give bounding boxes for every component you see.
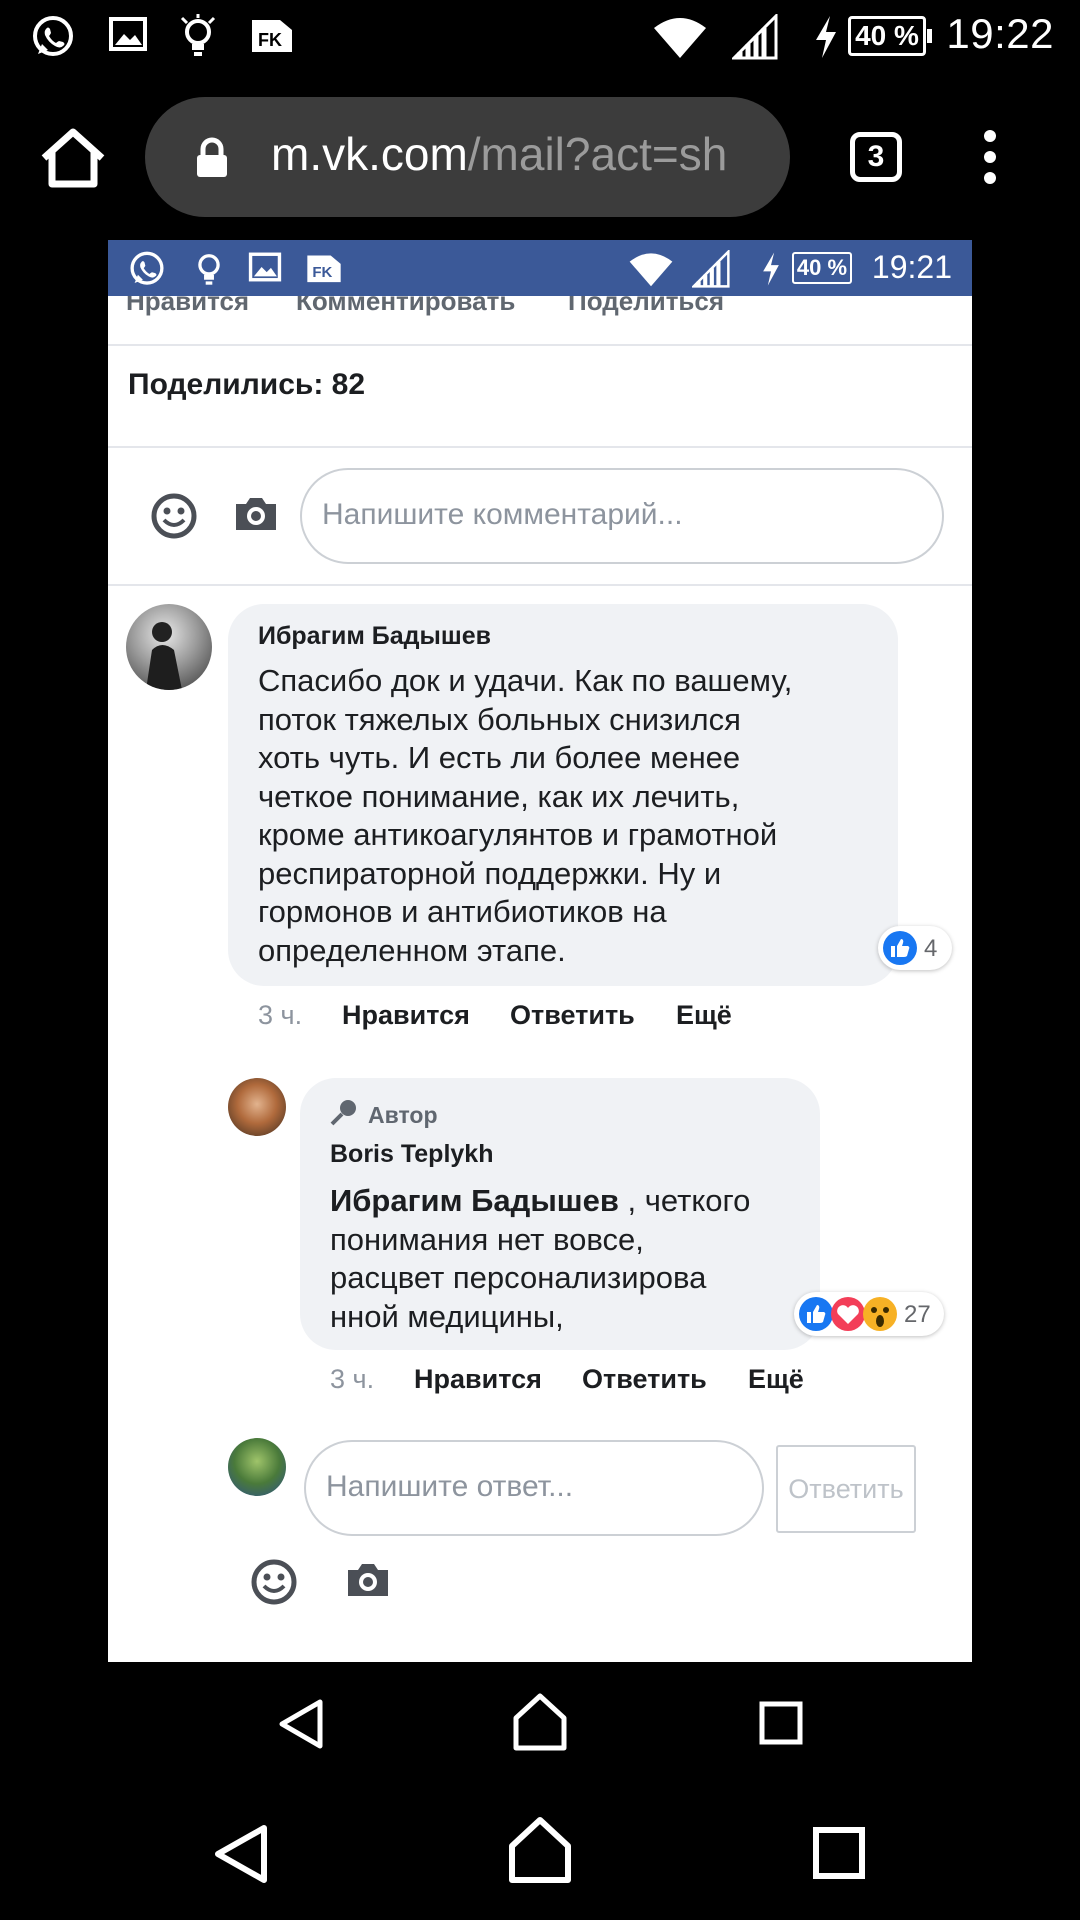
charging-icon xyxy=(763,252,779,286)
reaction-number: 4 xyxy=(924,935,938,962)
mention-link[interactable]: Ибрагим Бадышев xyxy=(330,1183,619,1218)
comment-input-placeholder: Напишите комментарий... xyxy=(322,498,683,531)
back-icon[interactable] xyxy=(212,1824,270,1884)
recents-icon[interactable] xyxy=(812,1826,866,1880)
reply-input-placeholder: Напишите ответ... xyxy=(326,1470,574,1503)
comment-line: четкое понимание, как их лечить, xyxy=(258,778,740,814)
status-bar: FK 40 % 19:22 xyxy=(0,0,1080,74)
tab-switcher-button[interactable]: 3 xyxy=(850,132,902,182)
more-link[interactable]: Ещё xyxy=(748,1364,804,1395)
whatsapp-icon xyxy=(130,251,164,285)
shares-count[interactable]: Поделились: 82 xyxy=(128,368,365,402)
back-icon[interactable] xyxy=(276,1698,326,1750)
signal-icon xyxy=(692,250,730,288)
reply-link[interactable]: Ответить xyxy=(510,1000,635,1031)
home-icon[interactable] xyxy=(512,1692,568,1752)
comment-line: определенном этапе. xyxy=(258,932,566,968)
url-path: /mail?act=sh xyxy=(467,128,728,180)
camera-icon[interactable] xyxy=(234,494,278,534)
reaction-count[interactable]: 27 xyxy=(794,1292,944,1336)
svg-text:FK: FK xyxy=(258,30,282,50)
like-link[interactable]: Нравится xyxy=(414,1364,542,1395)
navigation-bar xyxy=(0,1782,1080,1920)
comment-line: гормонов и антибиотиков на xyxy=(258,894,667,929)
comment-text: Спасибо док и удачи. Как по вашему, пото… xyxy=(258,662,792,970)
comment-line: поток тяжелых больных снизился xyxy=(258,701,741,737)
page-content: FK 40 % 19:21 Нравится Комментировать По… xyxy=(108,240,972,1662)
lock-icon xyxy=(197,137,227,177)
microphone-icon xyxy=(330,1100,356,1126)
comment-time[interactable]: 3 ч. xyxy=(330,1364,374,1394)
author-badge: Автор xyxy=(368,1102,438,1128)
camera-icon[interactable] xyxy=(346,1560,390,1600)
reply-submit-button[interactable]: Ответить xyxy=(776,1445,916,1533)
address-bar[interactable]: m.vk.com/mail?act=sh xyxy=(145,97,790,217)
comment-time[interactable]: 3 ч. xyxy=(258,1000,302,1030)
fk-icon: FK xyxy=(252,20,292,52)
gallery-icon xyxy=(109,17,147,51)
gallery-icon xyxy=(248,252,282,282)
reply-input[interactable]: Напишите ответ... xyxy=(304,1440,764,1536)
home-icon[interactable] xyxy=(38,126,108,190)
wow-reaction-icon xyxy=(863,1297,897,1331)
comment-line: хоть чуть. И есть ли более менее xyxy=(258,740,741,775)
status-time: 19:22 xyxy=(946,10,1054,57)
wifi-icon xyxy=(654,18,706,58)
reply-text: Ибрагим Бадышев , четкого понимания нет … xyxy=(330,1182,750,1336)
battery-indicator: 40 % xyxy=(792,252,852,284)
comment-input[interactable]: Напишите комментарий... xyxy=(300,468,944,564)
url-host: m.vk.com xyxy=(271,128,468,180)
reaction-number: 27 xyxy=(904,1301,931,1328)
comment-author[interactable]: Ибрагим Бадышев xyxy=(258,622,491,651)
avatar[interactable] xyxy=(126,604,212,690)
like-link[interactable]: Нравится xyxy=(342,1000,470,1031)
like-reaction-icon xyxy=(883,931,917,965)
whatsapp-icon xyxy=(33,16,73,56)
comment-meta: 3 ч. xyxy=(258,1000,302,1031)
battery-indicator: 40 % xyxy=(848,16,932,56)
overflow-menu-icon[interactable] xyxy=(984,130,998,186)
home-icon[interactable] xyxy=(508,1816,572,1884)
svg-text:FK: FK xyxy=(312,264,332,281)
comment-line: респираторной поддержки. Ну и xyxy=(258,855,722,891)
status-time: 19:21 xyxy=(871,249,952,285)
lightbulb-icon xyxy=(198,254,220,285)
comment-author[interactable]: Boris Teplykh xyxy=(330,1140,493,1169)
divider xyxy=(108,584,972,586)
avatar[interactable] xyxy=(228,1078,286,1136)
wifi-icon xyxy=(629,253,673,287)
comment-line: кроме антикоагулянтов и грамотной xyxy=(258,817,778,852)
comment-line: Спасибо док и удачи. Как по вашему, xyxy=(258,663,793,698)
divider xyxy=(108,344,972,346)
fk-icon: FK xyxy=(307,255,341,283)
comment-line: понимания нет вовсе, xyxy=(330,1221,644,1257)
reply-link[interactable]: Ответить xyxy=(582,1364,707,1395)
divider xyxy=(108,446,972,448)
comment-line: , четкого xyxy=(618,1183,751,1218)
recents-icon[interactable] xyxy=(758,1700,804,1746)
lightbulb-icon xyxy=(180,14,216,56)
browser-toolbar: m.vk.com/mail?act=sh 3 xyxy=(0,74,1080,240)
emoji-icon[interactable] xyxy=(150,492,198,540)
inner-navigation-bar xyxy=(0,1662,1080,1782)
like-reaction-icon xyxy=(799,1297,833,1331)
comment-line: расцвет персонализирова xyxy=(330,1260,707,1295)
comment-meta: 3 ч. xyxy=(330,1364,374,1395)
reaction-count[interactable]: 4 xyxy=(878,926,952,970)
charging-icon xyxy=(816,16,836,58)
avatar xyxy=(228,1438,286,1496)
more-link[interactable]: Ещё xyxy=(676,1000,732,1031)
url-text: m.vk.com/mail?act=sh xyxy=(271,127,727,181)
signal-icon xyxy=(732,14,778,60)
emoji-icon[interactable] xyxy=(250,1558,298,1606)
inner-status-bar: FK 40 % 19:21 xyxy=(108,240,972,296)
love-reaction-icon xyxy=(831,1297,865,1331)
comment-line: нной медицины, xyxy=(330,1298,564,1334)
